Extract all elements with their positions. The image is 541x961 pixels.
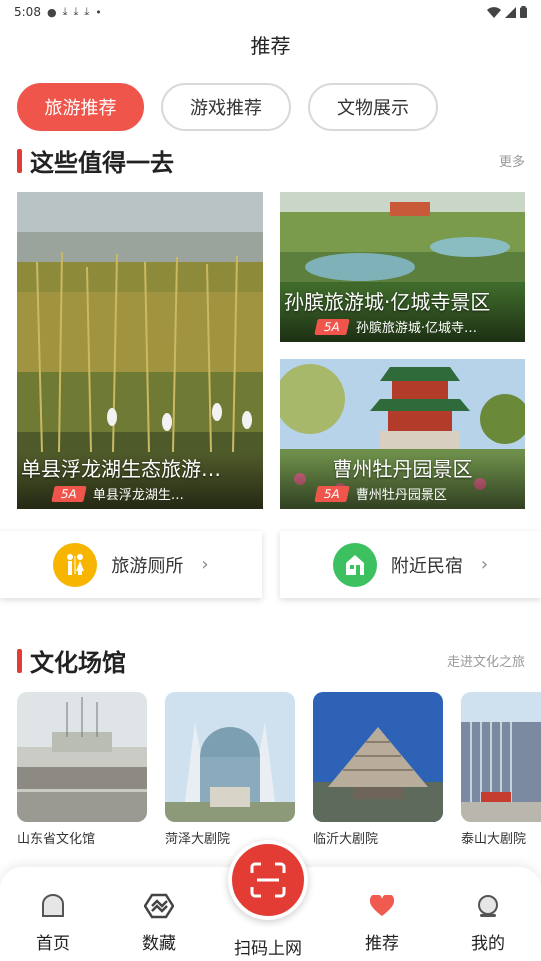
wifi-icon xyxy=(487,6,501,18)
collection-icon xyxy=(144,891,174,921)
attraction-address: 曹州牡丹园景区 xyxy=(355,488,447,503)
download-icon: ⤓ xyxy=(73,5,79,18)
attraction-name: 曹州牡丹园景区 xyxy=(332,457,473,481)
home-icon xyxy=(38,891,68,921)
nav-profile[interactable]: 我的 xyxy=(448,891,528,954)
attraction-card-fulonghu[interactable]: 单县浮龙湖生态旅游… 5A 单县浮龙湖生… xyxy=(17,192,263,509)
venue-card[interactable]: 临沂大剧院 xyxy=(313,692,443,847)
attraction-card-caozhou[interactable]: 曹州牡丹园景区 5A 曹州牡丹园景区 xyxy=(280,359,525,509)
venue-name: 临沂大剧院 xyxy=(313,832,379,847)
status-bar: 5:08 ● ⤓ ⤓ ⤓ • xyxy=(0,0,541,24)
attraction-address: 单县浮龙湖生… xyxy=(92,488,184,503)
status-time: 5:08 xyxy=(14,5,41,19)
page-title: 推荐 xyxy=(250,34,291,58)
homestay-icon xyxy=(332,542,377,587)
category-tabs: 旅游推荐 游戏推荐 文物展示 xyxy=(17,83,438,131)
section-accent-bar xyxy=(17,148,22,173)
attraction-name: 单县浮龙湖生态旅游… xyxy=(21,457,221,481)
alert-icon: ● xyxy=(46,5,57,19)
dot-icon: • xyxy=(95,5,102,19)
nav-home[interactable]: 首页 xyxy=(13,891,93,954)
venue-card[interactable]: 菏泽大剧院 xyxy=(165,692,295,847)
nav-label: 我的 xyxy=(471,934,505,954)
section-title: 文化场馆 xyxy=(30,649,126,677)
rating-badge: 5A xyxy=(314,485,350,502)
tab-relics[interactable]: 文物展示 xyxy=(308,83,438,131)
signal-icon xyxy=(505,6,516,18)
rating-badge: 5A xyxy=(51,485,87,502)
scan-button[interactable] xyxy=(228,840,308,920)
section-title: 这些值得一去 xyxy=(30,149,174,177)
nav-label: 数藏 xyxy=(142,934,176,954)
scan-icon xyxy=(250,862,286,898)
venue-photo xyxy=(17,692,147,822)
attraction-name: 孙膑旅游城·亿城寺景区 xyxy=(284,290,491,314)
section-accent-bar xyxy=(17,648,22,673)
service-label: 附近民宿 xyxy=(390,555,463,577)
heart-icon xyxy=(367,891,397,921)
service-homestay[interactable]: 附近民宿 › xyxy=(280,531,541,598)
venue-name: 山东省文化馆 xyxy=(17,832,96,847)
nav-recommend[interactable]: 推荐 xyxy=(342,891,422,954)
rating-badge: 5A xyxy=(314,318,350,335)
attraction-address: 孙膑旅游城·亿城寺… xyxy=(355,321,477,336)
venue-card[interactable]: 山东省文化馆 xyxy=(17,692,147,847)
download-icon: ⤓ xyxy=(62,5,68,18)
nav-collection[interactable]: 数藏 xyxy=(119,891,199,954)
tab-travel[interactable]: 旅游推荐 xyxy=(17,83,144,131)
download-icon: ⤓ xyxy=(84,5,90,18)
card-caption: 曹州牡丹园景区 5A 曹州牡丹园景区 xyxy=(280,453,525,509)
venue-photo xyxy=(313,692,443,822)
profile-icon xyxy=(473,891,503,921)
battery-icon xyxy=(520,6,527,18)
section-culture-header: 文化场馆 走进文化之旅 xyxy=(17,643,525,678)
toilet-icon xyxy=(53,542,98,587)
nav-label: 推荐 xyxy=(365,934,399,954)
section-worth-header: 这些值得一去 更多 xyxy=(17,143,525,178)
chevron-right-icon: › xyxy=(201,554,209,575)
attraction-card-sunbin[interactable]: 孙膑旅游城·亿城寺景区 5A 孙膑旅游城·亿城寺… xyxy=(280,192,525,342)
venue-photo xyxy=(461,692,541,822)
service-label: 旅游厕所 xyxy=(111,555,184,577)
venue-name: 泰山大剧院 xyxy=(461,832,527,847)
scan-label[interactable]: 扫码上网 xyxy=(221,934,315,959)
tab-games[interactable]: 游戏推荐 xyxy=(161,83,291,131)
service-toilet[interactable]: 旅游厕所 › xyxy=(0,531,262,598)
venue-list: 山东省文化馆 菏泽大剧院 临沂大剧院 泰山大剧院 xyxy=(17,692,541,852)
culture-more-link[interactable]: 走进文化之旅 xyxy=(447,651,525,670)
venue-card[interactable]: 泰山大剧院 xyxy=(461,692,541,847)
venue-photo xyxy=(165,692,295,822)
chevron-right-icon: › xyxy=(480,554,489,575)
card-caption: 单县浮龙湖生态旅游… 5A 单县浮龙湖生… xyxy=(17,453,263,509)
more-link[interactable]: 更多 xyxy=(499,151,525,170)
card-caption: 孙膑旅游城·亿城寺景区 5A 孙膑旅游城·亿城寺… xyxy=(280,286,525,342)
nav-label: 首页 xyxy=(36,934,70,954)
